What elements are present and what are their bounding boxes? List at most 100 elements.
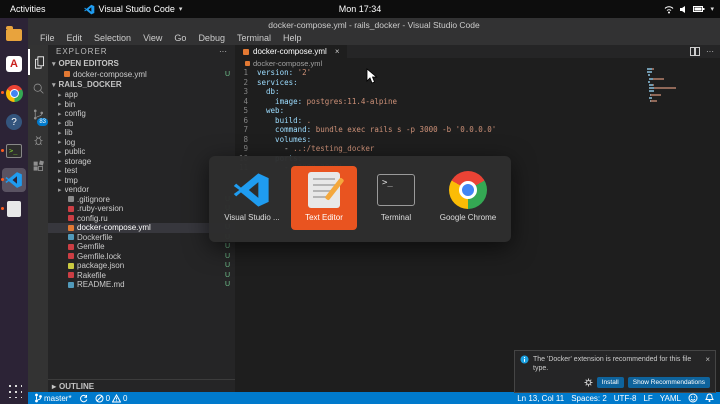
git-branch-status[interactable]: master* — [34, 393, 72, 403]
tree-folder-bin[interactable]: ▸ bin — [48, 100, 235, 110]
code-line[interactable]: 7 command: bundle exec rails s -p 3000 -… — [235, 125, 650, 135]
dock-text-editor[interactable] — [1, 197, 26, 221]
open-editors-section[interactable]: ▾ OPEN EDITORS — [48, 58, 235, 69]
menu-item-view[interactable]: View — [137, 33, 168, 43]
tree-file-.gitignore[interactable]: .gitignoreU — [48, 195, 235, 205]
minimap[interactable] — [647, 68, 709, 103]
project-section[interactable]: ▾ RAILS_DOCKER — [48, 79, 235, 90]
tree-file-Rakefile[interactable]: Rakefile U — [48, 271, 235, 281]
extensions-button[interactable] — [28, 153, 48, 179]
indentation[interactable]: Spaces: 2 — [571, 394, 607, 403]
feedback-icon[interactable] — [688, 393, 698, 403]
problems-status[interactable]: 0 0 — [95, 393, 127, 403]
encoding[interactable]: UTF-8 — [614, 394, 637, 403]
line-number: 1 — [243, 68, 248, 78]
yaml-file-icon — [64, 71, 70, 77]
dock-libreoffice[interactable]: A — [2, 52, 26, 76]
tree-item-label: app — [64, 90, 78, 100]
code-line[interactable]: 9 - ..:/testing_docker — [235, 144, 650, 154]
gear-icon[interactable] — [584, 378, 593, 387]
tree-folder-lib[interactable]: ▸ lib — [48, 128, 235, 138]
breadcrumb[interactable]: docker-compose.yml — [235, 58, 720, 68]
running-indicator — [1, 149, 4, 152]
file-icon — [68, 215, 74, 222]
code-line[interactable]: 8 volumes: — [235, 135, 650, 145]
bell-icon[interactable] — [705, 393, 714, 403]
source-control-button[interactable]: 83 — [28, 101, 48, 127]
code-line[interactable]: 5 web: — [235, 106, 650, 116]
switcher-item-terminal[interactable]: >_ Terminal — [363, 166, 429, 230]
tab-docker-compose[interactable]: docker-compose.yml × — [235, 45, 348, 58]
switcher-item-chrome[interactable]: Google Chrome — [435, 166, 501, 230]
tree-folder-test[interactable]: ▸ test — [48, 166, 235, 176]
close-tab-icon[interactable]: × — [335, 47, 340, 56]
tree-file-package.json[interactable]: package.json U — [48, 261, 235, 271]
menu-item-selection[interactable]: Selection — [88, 33, 137, 43]
activities-button[interactable]: Activities — [0, 4, 56, 14]
chevron-right-icon: ▸ — [58, 186, 62, 194]
yaml-file-icon — [245, 60, 250, 66]
app-menu[interactable]: Visual Studio Code ▾ — [83, 4, 182, 15]
close-icon[interactable]: × — [705, 355, 710, 364]
show-recommendations-button[interactable]: Show Recommendations — [627, 376, 710, 388]
tree-file-Gemfile[interactable]: Gemfile U — [48, 242, 235, 252]
tree-folder-app[interactable]: ▸ app — [48, 90, 235, 100]
tree-file-config.ru[interactable]: config.ruU — [48, 214, 235, 224]
explorer-button[interactable] — [28, 49, 48, 75]
tree-folder-vendor[interactable]: ▸ vendor — [48, 185, 235, 195]
line-number: 2 — [243, 77, 248, 87]
tree-folder-public[interactable]: ▸ public — [48, 147, 235, 157]
tree-folder-log[interactable]: ▸ log — [48, 138, 235, 148]
code-line[interactable]: 1 version: '2' — [235, 68, 650, 78]
tree-folder-config[interactable]: ▸ config — [48, 109, 235, 119]
code-line[interactable]: 3 db: — [235, 87, 650, 97]
menu-item-debug[interactable]: Debug — [192, 33, 231, 43]
code-line[interactable]: 2 services: — [235, 78, 650, 88]
tree-file-docker-compose.yml[interactable]: docker-compose.ymlU — [48, 223, 235, 233]
menu-item-help[interactable]: Help — [277, 33, 308, 43]
tree-file-Dockerfile[interactable]: DockerfileU — [48, 233, 235, 243]
line-number: 5 — [243, 106, 248, 116]
tree-file-Gemfile.lock[interactable]: Gemfile.lock U — [48, 252, 235, 262]
window-title[interactable]: docker-compose.yml - rails_docker - Visu… — [28, 18, 720, 31]
open-editor-item[interactable]: docker-compose.yml U — [48, 69, 235, 79]
tree-folder-tmp[interactable]: ▸ tmp — [48, 176, 235, 186]
more-actions-icon[interactable]: ··· — [706, 47, 714, 56]
chevron-right-icon: ▸ — [58, 139, 62, 147]
menu-item-terminal[interactable]: Terminal — [231, 33, 277, 43]
search-button[interactable] — [28, 75, 48, 101]
dock-chrome[interactable] — [1, 81, 26, 105]
cursor-position[interactable]: Ln 13, Col 11 — [517, 394, 564, 403]
git-branch-icon — [35, 393, 42, 403]
more-actions-icon[interactable]: ··· — [219, 47, 227, 56]
code-line[interactable]: 4 image: postgres:11.4-alpine — [235, 97, 650, 107]
tree-folder-storage[interactable]: ▸ storage — [48, 157, 235, 167]
tree-folder-db[interactable]: ▸ db — [48, 119, 235, 129]
dock-terminal[interactable]: >_ — [1, 139, 26, 163]
menu-item-go[interactable]: Go — [168, 33, 192, 43]
install-button[interactable]: Install — [596, 376, 624, 388]
dock-help[interactable]: ? — [2, 110, 26, 134]
menu-item-file[interactable]: File — [34, 33, 61, 43]
eol-sequence[interactable]: LF — [643, 394, 652, 403]
language-mode[interactable]: YAML — [660, 394, 681, 403]
sync-status[interactable] — [79, 394, 88, 403]
menu-item-edit[interactable]: Edit — [61, 33, 89, 43]
tree-item-label: package.json — [77, 261, 125, 271]
tab-label: docker-compose.yml — [253, 47, 327, 56]
chevron-down-icon: ▾ — [52, 60, 56, 68]
running-indicator — [1, 207, 4, 210]
dock-files[interactable] — [2, 23, 26, 47]
system-tray[interactable]: ▾ — [664, 5, 714, 14]
code-line[interactable]: 6 build: . — [235, 116, 650, 126]
debug-button[interactable] — [28, 127, 48, 153]
dock-vscode[interactable] — [1, 168, 26, 192]
app-grid-icon[interactable] — [6, 382, 22, 398]
switcher-item-vscode[interactable]: Visual Studio ... — [219, 166, 285, 230]
tree-file-README.md[interactable]: README.md U — [48, 280, 235, 290]
split-editor-icon[interactable] — [690, 47, 700, 56]
switcher-item-text-editor[interactable]: Text Editor — [291, 166, 357, 230]
clock[interactable]: Mon 17:34 — [339, 4, 382, 14]
tree-file-.ruby-version[interactable]: .ruby-versionU — [48, 204, 235, 214]
outline-section[interactable]: ▸ OUTLINE — [48, 379, 235, 392]
